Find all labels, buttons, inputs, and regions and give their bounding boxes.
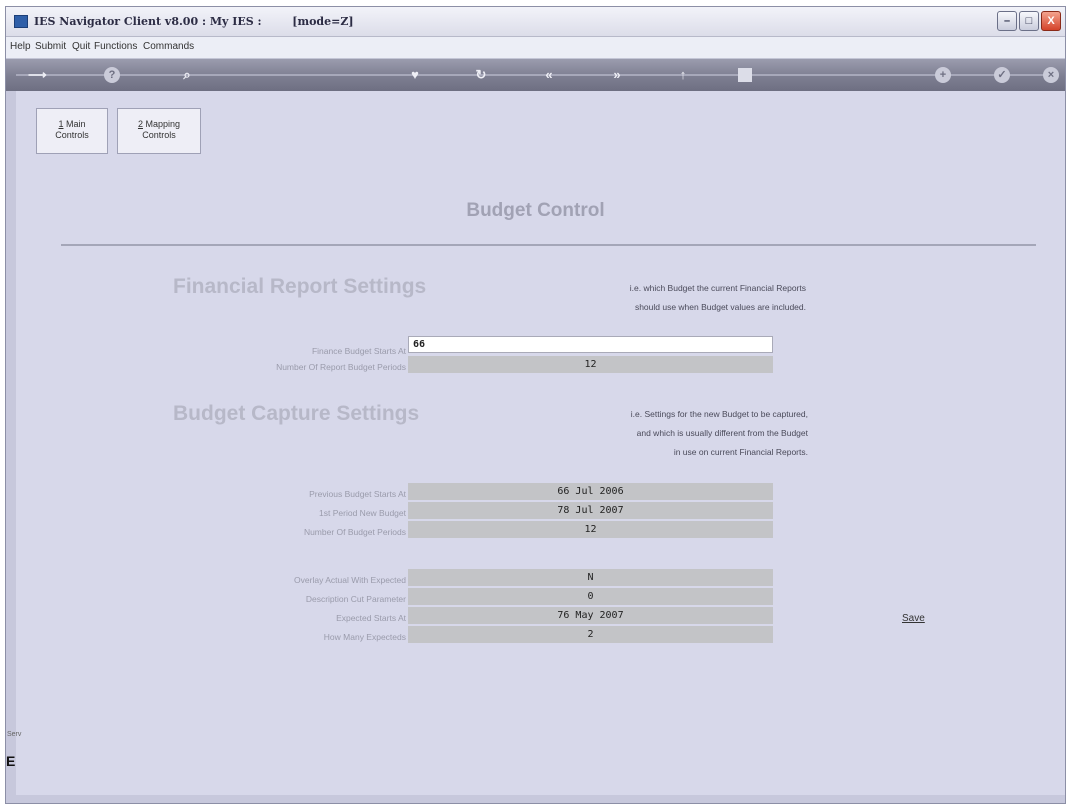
page-title: Budget Control: [466, 200, 605, 221]
report-budget-periods-field[interactable]: 12: [408, 356, 773, 373]
tab-mapping-controls-label: 2 Mapping: [137, 119, 181, 129]
help-icon[interactable]: ?: [104, 67, 120, 83]
budget-capture-note: i.e. Settings for the new Budget to be c…: [630, 409, 808, 457]
description-cut-field[interactable]: 0: [408, 588, 773, 605]
window-title: IES Navigator Client v8.00 : My IES : [m…: [34, 15, 354, 28]
tab-main-controls-sublabel: Controls: [55, 130, 89, 140]
finance-budget-starts-label: Finance Budget Starts At: [311, 346, 406, 356]
first-period-new-budget-label: 1st Period New Budget: [319, 508, 406, 518]
budget-capture-settings-title: Budget Capture Settings: [173, 402, 420, 425]
menu-bar: Help Submit Quit Functions Commands: [6, 37, 1065, 59]
close-icon[interactable]: ×: [1043, 67, 1059, 83]
tab-main-controls[interactable]: 1 Main Controls: [36, 108, 108, 154]
app-logo-icon: [14, 15, 28, 28]
menu-submit[interactable]: Submit: [35, 41, 66, 52]
how-many-expecteds-label: How Many Expecteds: [323, 632, 406, 642]
previous-budget-starts-label: Previous Budget Starts At: [309, 489, 406, 499]
budget-periods-field[interactable]: 12: [408, 521, 773, 538]
menu-quit[interactable]: Quit: [72, 41, 90, 52]
maximize-button[interactable]: □: [1019, 11, 1039, 31]
budget-periods-label: Number Of Budget Periods: [303, 527, 406, 537]
overlay-actual-field[interactable]: N: [408, 569, 773, 586]
refresh-icon[interactable]: ↻: [472, 66, 490, 84]
left-strip: Serv E: [6, 91, 21, 803]
arrow-right-icon[interactable]: ⟶: [28, 66, 47, 84]
menu-help[interactable]: Help: [10, 41, 31, 52]
close-window-button[interactable]: X: [1041, 11, 1061, 31]
toolbar-track: [16, 74, 1055, 76]
back-icon[interactable]: «: [540, 66, 558, 84]
previous-budget-starts-field[interactable]: 66 Jul 2006: [408, 483, 773, 500]
expected-starts-field[interactable]: 76 May 2007: [408, 607, 773, 624]
first-period-new-budget-field[interactable]: 78 Jul 2007: [408, 502, 773, 519]
description-cut-label: Description Cut Parameter: [305, 594, 406, 604]
divider: [61, 244, 1036, 246]
up-icon[interactable]: ↑: [674, 66, 692, 84]
tab-mapping-controls-sublabel: Controls: [142, 130, 176, 140]
check-icon[interactable]: ✓: [994, 67, 1010, 83]
save-button[interactable]: Save: [902, 613, 925, 624]
overlay-actual-label: Overlay Actual With Expected: [294, 575, 406, 585]
financial-report-note: i.e. which Budget the current Financial …: [629, 283, 806, 312]
strip-letter: E: [6, 753, 16, 769]
heart-icon[interactable]: ♥: [406, 66, 424, 84]
tab-main-controls-label: 1 Main: [58, 119, 86, 129]
stop-icon[interactable]: [738, 68, 752, 82]
forward-icon[interactable]: »: [608, 66, 626, 84]
menu-commands[interactable]: Commands: [143, 41, 194, 52]
toolbar: ⟶ ? ⌕ ♥ ↻ « » ↑ + ✓ ×: [6, 59, 1065, 91]
report-budget-periods-label: Number Of Report Budget Periods: [276, 362, 406, 372]
financial-report-settings-title: Financial Report Settings: [173, 275, 427, 298]
menu-functions[interactable]: Functions: [94, 41, 137, 52]
app-window: IES Navigator Client v8.00 : My IES : [m…: [5, 6, 1066, 804]
title-bar: IES Navigator Client v8.00 : My IES : [m…: [6, 7, 1065, 37]
finance-budget-starts-input[interactable]: [408, 336, 773, 353]
search-icon[interactable]: ⌕: [178, 66, 196, 84]
expected-starts-label: Expected Starts At: [336, 613, 406, 623]
strip-label: Serv: [7, 731, 22, 738]
how-many-expecteds-field[interactable]: 2: [408, 626, 773, 643]
status-bar: [6, 795, 1065, 803]
tab-mapping-controls[interactable]: 2 Mapping Controls: [117, 108, 201, 154]
add-icon[interactable]: +: [935, 67, 951, 83]
minimize-button[interactable]: –: [997, 11, 1017, 31]
